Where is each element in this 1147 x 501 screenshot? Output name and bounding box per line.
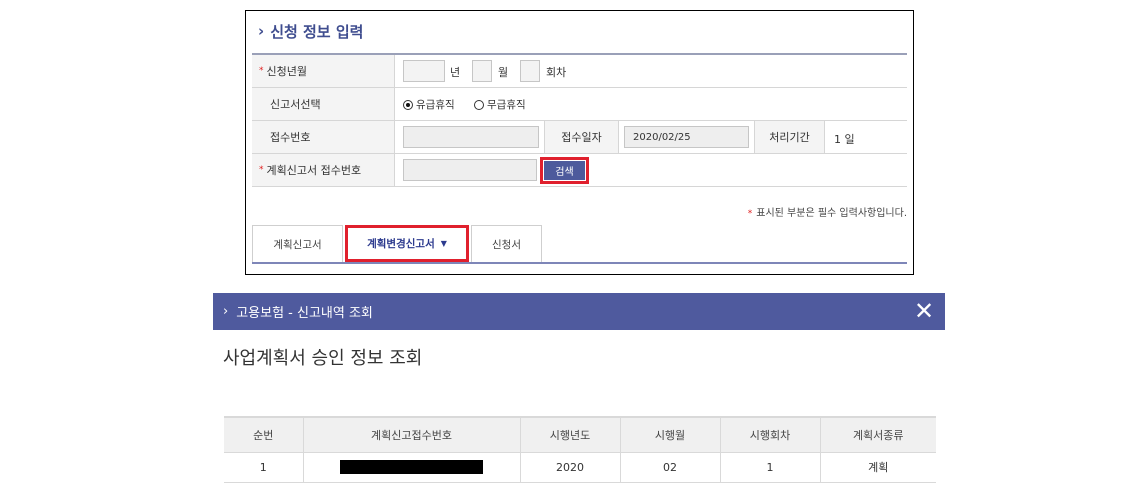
- tab-bar: 계획신고서 계획변경신고서 ▼ 신청서: [252, 225, 907, 264]
- cell-round: 1: [720, 452, 821, 483]
- period-label: * 신청년월: [252, 55, 395, 87]
- plan-receipt-no-label: * 계획신고서 접수번호: [252, 154, 395, 186]
- column-header: 시행년도: [520, 416, 621, 453]
- panel-title: › 신청 정보 입력: [258, 19, 363, 43]
- tab-underline: [252, 262, 907, 264]
- round-input[interactable]: [520, 60, 540, 82]
- table-row[interactable]: 1 2020 02 1 계획: [224, 452, 936, 483]
- month-input[interactable]: [472, 60, 492, 82]
- panel-title-text: 신청 정보 입력: [270, 22, 364, 41]
- radio-unpaid-leave[interactable]: 무급휴직: [474, 97, 526, 112]
- receipt-date-label: 접수일자: [544, 121, 619, 153]
- column-header: 시행회차: [720, 416, 821, 453]
- tab-application[interactable]: 신청서: [471, 225, 542, 262]
- receipt-no-label: 접수번호: [252, 121, 395, 153]
- plan-receipt-no-field[interactable]: [403, 159, 537, 181]
- approval-info-table: 순번 계획신고접수번호 시행년도 시행월 시행회차 계획서종류 1 2020 0…: [224, 416, 936, 483]
- receipt-date-field: 2020/02/25: [624, 126, 749, 148]
- close-icon[interactable]: ✕: [911, 297, 937, 325]
- radio-paid-leave[interactable]: 유급휴직: [403, 97, 455, 112]
- application-info-panel: › 신청 정보 입력 * 신청년월 년 월 회차 신고서선택 유급휴직 무급휴직: [245, 10, 914, 275]
- dialog-heading: 사업계획서 승인 정보 조회: [223, 348, 423, 369]
- column-header: 계획신고접수번호: [303, 416, 521, 453]
- redacted-block: [340, 460, 483, 474]
- cell-month: 02: [620, 452, 721, 483]
- required-note: * 표시된 부분은 필수 입력사항입니다.: [747, 208, 907, 219]
- cell-receipt-no: [303, 452, 521, 483]
- radio-checked-icon: [403, 99, 413, 110]
- row-application-period: * 신청년월 년 월 회차: [252, 55, 907, 88]
- column-header: 순번: [224, 416, 304, 453]
- processing-period-label: 처리기간: [754, 121, 825, 153]
- caret-down-icon: ▼: [440, 239, 447, 248]
- receipt-no-field: [403, 126, 539, 148]
- chevron-right-icon: ›: [258, 22, 265, 40]
- row-receipt: 접수번호 접수일자 2020/02/25 처리기간 1 일: [252, 121, 907, 154]
- chevron-right-icon: ›: [223, 304, 229, 319]
- tab-plan-report[interactable]: 계획신고서: [252, 225, 343, 262]
- processing-period-value: 1 일: [834, 133, 855, 146]
- required-mark: *: [259, 66, 264, 76]
- column-header: 계획서종류: [820, 416, 936, 453]
- required-mark: *: [259, 165, 264, 175]
- radio-unchecked-icon: [474, 99, 484, 110]
- search-button[interactable]: 검색: [540, 157, 589, 184]
- column-header: 시행월: [620, 416, 721, 453]
- dialog-title-bar: › 고용보험 - 신고내역 조회 ✕: [213, 293, 945, 330]
- cell-year: 2020: [520, 452, 621, 483]
- cell-seq: 1: [224, 452, 304, 483]
- tab-plan-change-report[interactable]: 계획변경신고서 ▼: [345, 225, 469, 262]
- year-unit: 년: [450, 66, 461, 79]
- round-unit: 회차: [546, 66, 567, 79]
- month-unit: 월: [498, 66, 509, 79]
- table-header-row: 순번 계획신고접수번호 시행년도 시행월 시행회차 계획서종류: [224, 416, 936, 453]
- row-report-type: 신고서선택 유급휴직 무급휴직: [252, 88, 907, 121]
- year-input[interactable]: [403, 60, 445, 82]
- cell-plan-kind: 계획: [820, 452, 936, 483]
- dialog-title: 고용보험 - 신고내역 조회: [236, 306, 373, 321]
- row-plan-receipt-no: * 계획신고서 접수번호 검색: [252, 154, 907, 187]
- required-mark: *: [747, 209, 753, 219]
- report-type-label: 신고서선택: [252, 88, 395, 120]
- search-button-label: 검색: [544, 161, 585, 180]
